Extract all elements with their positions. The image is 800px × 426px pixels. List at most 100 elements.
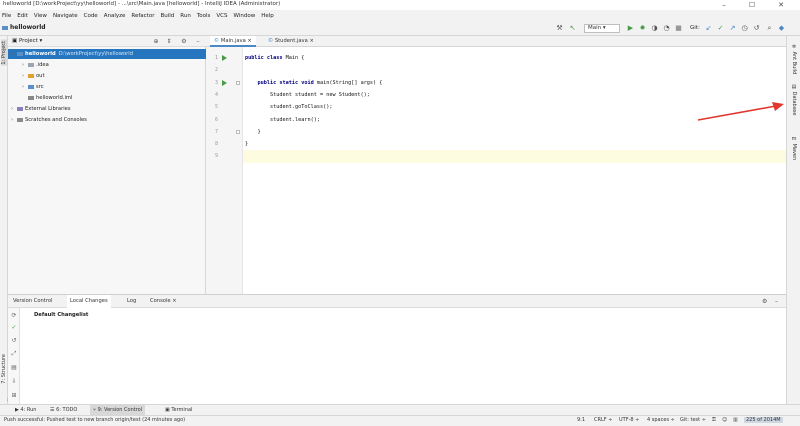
menu-window[interactable]: Window bbox=[234, 13, 256, 19]
changelist-icon[interactable]: ▤ bbox=[10, 364, 18, 372]
close-icon[interactable]: × bbox=[247, 38, 251, 44]
hide-icon[interactable]: – bbox=[194, 38, 202, 46]
database-tool-window-button[interactable]: ▤ Database bbox=[791, 84, 797, 115]
git-push-icon[interactable]: ↗ bbox=[728, 24, 737, 33]
tab-console[interactable]: Console × bbox=[147, 295, 180, 308]
tree-item[interactable]: › External Libraries bbox=[8, 104, 206, 114]
tab-version-control[interactable]: Version Control bbox=[10, 295, 55, 308]
gear-icon[interactable]: ⚙ bbox=[762, 298, 767, 305]
ide-update-icon[interactable]: ◆ bbox=[777, 24, 786, 33]
maven-tool-window-button[interactable]: ⅿ Maven bbox=[791, 136, 797, 160]
tree-item-path: D:\workProject\yy\helloworld bbox=[58, 51, 133, 57]
search-icon[interactable]: ⌕ bbox=[765, 24, 774, 33]
maximize-button[interactable]: ☐ bbox=[741, 0, 763, 10]
menu-vcs[interactable]: VCS bbox=[216, 13, 227, 19]
expand-icon[interactable]: ⊞ bbox=[10, 392, 18, 400]
diff-icon[interactable]: ⤢ bbox=[10, 350, 18, 358]
shelve-icon[interactable]: ⇩ bbox=[10, 378, 18, 386]
tab-main-java[interactable]: © Main.java × bbox=[210, 36, 256, 47]
rollback-icon[interactable]: ↺ bbox=[10, 337, 18, 345]
code-keyword: public static void bbox=[245, 79, 314, 86]
menu-code[interactable]: Code bbox=[84, 13, 98, 19]
tree-item[interactable]: › .idea bbox=[8, 60, 206, 70]
fold-marker-icon[interactable] bbox=[236, 80, 240, 85]
menu-navigate[interactable]: Navigate bbox=[53, 13, 78, 19]
line-number: 5 bbox=[214, 104, 218, 111]
arrow-head bbox=[772, 102, 784, 111]
bottom-tool-stripe: ▶ 4: Run ☰ 6: TODO ⑂ 9: Version Control … bbox=[0, 404, 800, 416]
line-number: 8 bbox=[214, 141, 218, 148]
code-text: main(String[] args) { bbox=[313, 79, 383, 86]
close-icon[interactable]: × bbox=[172, 298, 176, 304]
menu-analyze[interactable]: Analyze bbox=[104, 13, 126, 19]
rollback-icon[interactable]: ↺ bbox=[752, 24, 761, 33]
menu-edit[interactable]: Edit bbox=[17, 13, 28, 19]
menu-tools[interactable]: Tools bbox=[197, 13, 211, 19]
code-line: public class Main { bbox=[243, 52, 786, 64]
default-changelist[interactable]: Default Changelist bbox=[34, 312, 88, 318]
caret-position[interactable]: 9:1 bbox=[577, 417, 585, 423]
close-icon[interactable]: × bbox=[309, 38, 313, 44]
stop-icon[interactable]: ■ bbox=[674, 24, 683, 33]
hide-icon[interactable]: – bbox=[775, 298, 778, 305]
lock-icon[interactable]: ⚿ bbox=[712, 417, 716, 423]
run-gutter-icon[interactable] bbox=[222, 79, 227, 86]
menu-build[interactable]: Build bbox=[160, 13, 174, 19]
git-update-icon[interactable]: ↙ bbox=[704, 24, 713, 33]
editor-gutter: 1 2 3 4 5 6 7 8 9 bbox=[206, 47, 243, 294]
run-icon[interactable]: ▶ bbox=[626, 24, 635, 33]
tab-local-changes[interactable]: Local Changes bbox=[67, 295, 111, 308]
tree-item[interactable]: helloworld.iml bbox=[8, 93, 206, 103]
debug-icon[interactable]: ✹ bbox=[638, 24, 647, 33]
locate-icon[interactable]: ⊕ bbox=[152, 38, 160, 46]
tree-item[interactable]: › Scratches and Consoles bbox=[8, 115, 206, 125]
close-button[interactable]: ✕ bbox=[770, 0, 792, 10]
git-branch[interactable]: Git: test ÷ bbox=[680, 417, 706, 423]
tree-item[interactable]: ▾ helloworld D:\workProject\yy\helloworld bbox=[8, 49, 206, 59]
structure-tool-window-button[interactable]: 7: Structure bbox=[1, 354, 7, 384]
project-tool-window-button[interactable]: 1: Project bbox=[1, 40, 7, 66]
line-separator[interactable]: CRLF ÷ bbox=[594, 417, 612, 423]
run-config-select[interactable]: Main ▾ bbox=[584, 24, 620, 33]
profile-icon[interactable]: ◔ bbox=[662, 24, 671, 33]
file-encoding[interactable]: UTF-8 ÷ bbox=[619, 417, 639, 423]
database-icon: ▤ bbox=[791, 84, 797, 90]
tree-item[interactable]: › out bbox=[8, 71, 206, 81]
project-view-select[interactable]: ▣ Project ▾ bbox=[12, 38, 42, 44]
menu-refactor[interactable]: Refactor bbox=[131, 13, 154, 19]
menu-view[interactable]: View bbox=[34, 13, 47, 19]
menu-help[interactable]: Help bbox=[261, 13, 274, 19]
status-message[interactable]: Push successful: Pushed test to new bran… bbox=[4, 417, 185, 423]
tab-student-java[interactable]: © Student.java × bbox=[264, 36, 318, 47]
build-hammer-icon[interactable]: ⚒ bbox=[555, 24, 564, 33]
menu-bar: File Edit View Navigate Code Analyze Ref… bbox=[0, 10, 800, 21]
coverage-icon[interactable]: ◑ bbox=[650, 24, 659, 33]
tab-log[interactable]: Log bbox=[124, 295, 139, 308]
commit-icon[interactable]: ✓ bbox=[10, 324, 18, 332]
collapse-all-icon[interactable]: ⇕ bbox=[165, 38, 173, 46]
refresh-icon[interactable]: ⟳ bbox=[10, 312, 18, 320]
menu-run[interactable]: Run bbox=[180, 13, 191, 19]
line-number: 9 bbox=[214, 153, 218, 160]
run-config-value: Main bbox=[588, 25, 602, 31]
git-commit-icon[interactable]: ✓ bbox=[716, 24, 725, 33]
ant-build-tool-window-button[interactable]: ✲ Ant Build bbox=[791, 44, 797, 74]
memory-indicator[interactable]: 225 of 2014M bbox=[744, 417, 783, 423]
menu-file[interactable]: File bbox=[2, 13, 11, 19]
breadcrumb[interactable]: helloworld bbox=[2, 24, 46, 31]
project-panel: ▣ Project ▾ ⊕ ⇕ ⚙ – ▾ helloworld D:\workPr… bbox=[8, 36, 206, 294]
inspector-icon[interactable]: ☺ bbox=[722, 417, 727, 423]
code-editor[interactable]: public class Main { public static void m… bbox=[243, 47, 786, 294]
line-number: 6 bbox=[214, 116, 218, 123]
tab-label: Student.java bbox=[274, 38, 308, 44]
tree-item[interactable]: › src bbox=[8, 82, 206, 92]
local-changes-toolbar: ⟳ ✓ ↺ ⤢ ▤ ⇩ ⊞ bbox=[8, 308, 20, 405]
vcs-arrow-icon[interactable]: ↖ bbox=[568, 24, 577, 33]
minimize-button[interactable]: – bbox=[713, 0, 735, 10]
indent-setting[interactable]: 4 spaces ÷ bbox=[647, 417, 675, 423]
history-icon[interactable]: ◷ bbox=[740, 24, 749, 33]
run-gutter-icon[interactable] bbox=[222, 55, 227, 61]
gear-icon[interactable]: ⚙ bbox=[180, 38, 188, 46]
window-title: helloworld [D:\workProject\yy\helloworld… bbox=[3, 1, 281, 7]
fold-marker-icon[interactable] bbox=[236, 129, 240, 134]
